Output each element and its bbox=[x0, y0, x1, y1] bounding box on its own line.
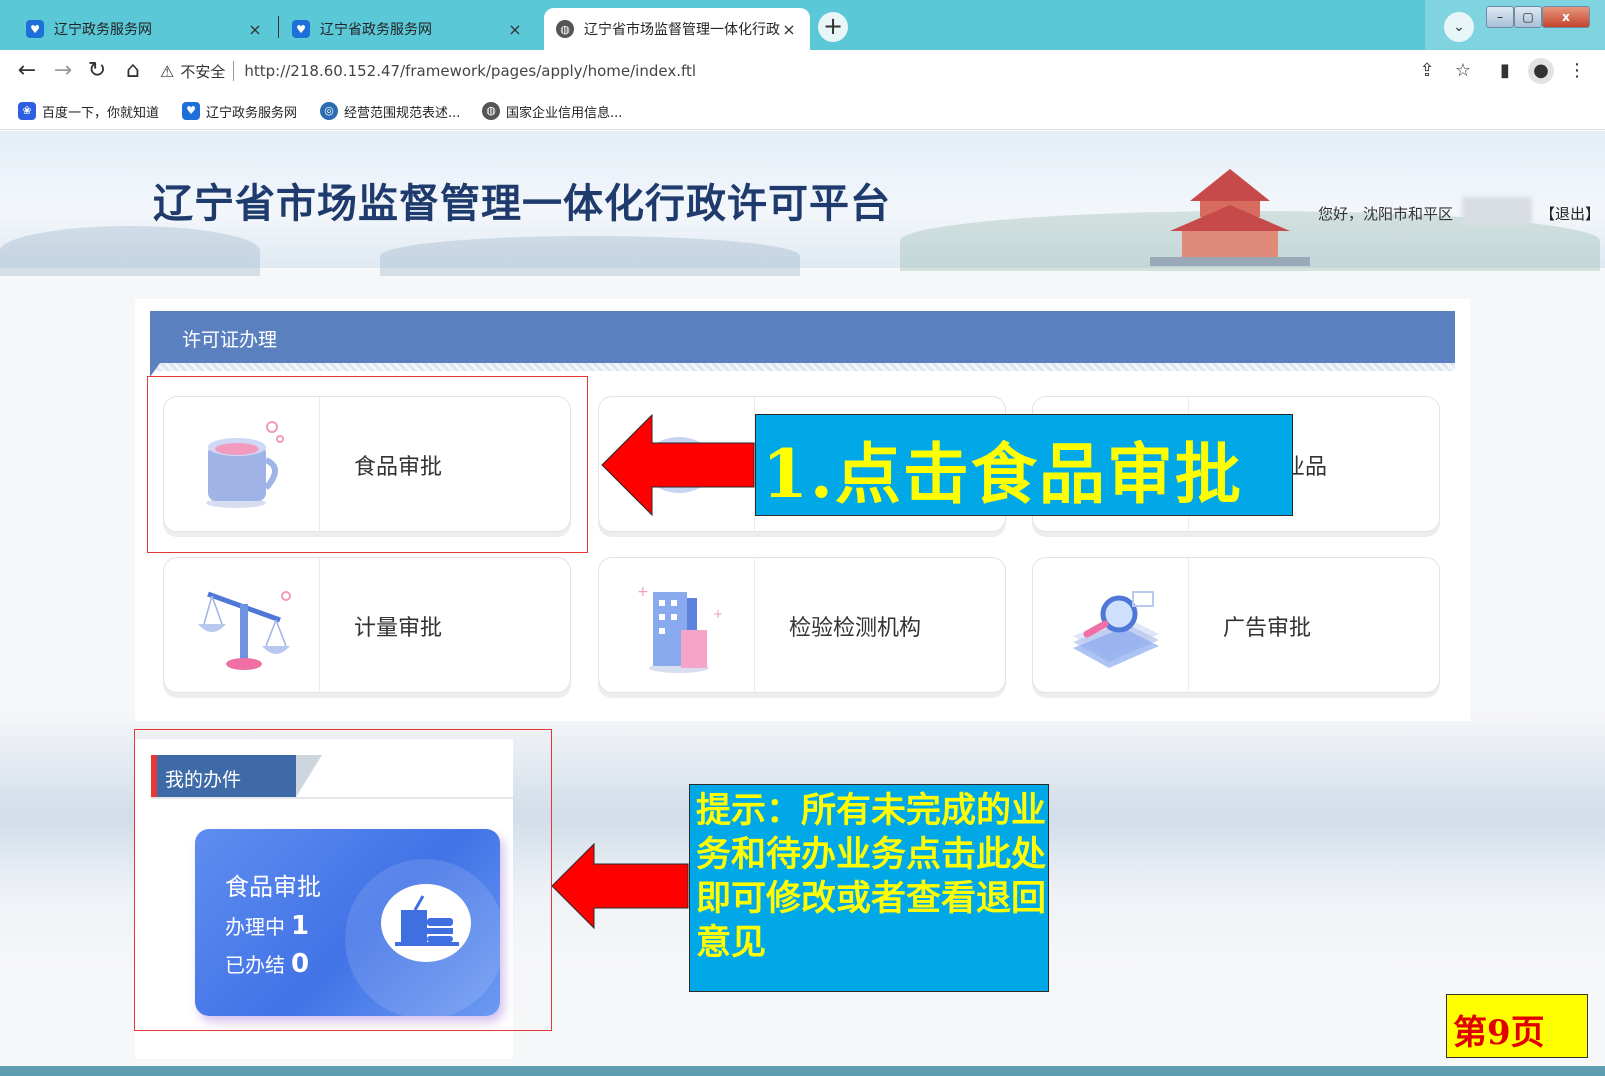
bookmark-label: 辽宁政务服务网 bbox=[206, 105, 298, 121]
close-icon[interactable]: × bbox=[780, 20, 798, 39]
header-decoration bbox=[0, 226, 260, 276]
red-arrow-icon bbox=[601, 413, 755, 517]
circle-logo-icon: ◎ bbox=[320, 102, 338, 120]
bookmark-label: 经营范围规范表述... bbox=[344, 105, 461, 121]
tab-liaoning-province-gov-service[interactable]: ♥ 辽宁省政务服务网 × bbox=[280, 8, 536, 50]
heart-shield-icon: ♥ bbox=[292, 20, 310, 38]
window-maximize-button[interactable]: ▢ bbox=[1514, 6, 1542, 28]
user-greeting: 您好，沈阳市和平区 bbox=[1318, 205, 1454, 223]
callout-step-1: 1.点击食品审批 bbox=[755, 414, 1293, 516]
card-divider bbox=[319, 558, 320, 694]
bookmark-label: 国家企业信用信息... bbox=[506, 105, 623, 121]
warning-triangle-icon: ⚠ bbox=[160, 61, 175, 81]
tab-separator bbox=[278, 16, 279, 38]
card-inspection-institution[interactable]: + + 检验检测机构 bbox=[598, 557, 1006, 694]
header-corner bbox=[150, 363, 160, 377]
card-metrology-approval[interactable]: 计量审批 bbox=[163, 557, 571, 694]
os-taskbar bbox=[0, 1066, 1605, 1076]
highlight-box-food-approval bbox=[147, 376, 588, 553]
page-number-badge: 第9页 bbox=[1446, 994, 1588, 1058]
close-icon[interactable]: × bbox=[506, 20, 524, 39]
tab-market-supervision-platform[interactable]: ◍ 辽宁省市场监督管理一体化行政许 × bbox=[544, 8, 810, 50]
bookmark-star-icon[interactable]: ☆ bbox=[1450, 58, 1476, 84]
share-icon[interactable]: ⇪ bbox=[1414, 58, 1440, 84]
page-number-text: 第9页 bbox=[1453, 1013, 1545, 1053]
card-divider bbox=[754, 558, 755, 694]
window-minimize-button[interactable]: – bbox=[1486, 6, 1514, 28]
back-arrow-icon[interactable]: ← bbox=[14, 58, 40, 84]
new-tab-button[interactable]: + bbox=[818, 12, 848, 42]
permit-panel-header: 许可证办理 bbox=[150, 311, 1455, 377]
bookmark-liaoning-gov[interactable]: ♥ 辽宁政务服务网 bbox=[182, 100, 297, 122]
callout-tip: 提示：所有未完成的业务和待办业务点击此处即可修改或者查看退回意见 bbox=[689, 784, 1049, 992]
callout-tip-text: 提示：所有未完成的业务和待办业务点击此处即可修改或者查看退回意见 bbox=[696, 790, 1047, 963]
security-status-label: 不安全 bbox=[180, 62, 226, 81]
red-arrow-icon bbox=[551, 842, 689, 930]
bookmark-enterprise-credit[interactable]: ◍ 国家企业信用信息... bbox=[482, 100, 622, 122]
svg-text:+: + bbox=[637, 584, 649, 600]
url-text[interactable]: http://218.60.152.47/framework/pages/app… bbox=[244, 62, 696, 80]
svg-text:+: + bbox=[713, 607, 723, 621]
card-label: 检验检测机构 bbox=[789, 616, 922, 641]
window-close-button[interactable]: x bbox=[1542, 6, 1590, 28]
bookmarks-bar: ❀ 百度一下，你就知道 ♥ 辽宁政务服务网 ◎ 经营范围规范表述... ◍ 国家… bbox=[0, 92, 1605, 130]
permit-panel-title: 许可证办理 bbox=[182, 329, 278, 351]
tab-search-dropdown-button[interactable]: ⌄ bbox=[1444, 12, 1474, 42]
baidu-paw-icon: ❀ bbox=[18, 102, 36, 120]
site-header: 辽宁省市场监督管理一体化行政许可平台 您好，沈阳市和平区 【退出】 bbox=[0, 131, 1605, 276]
tab-label: 辽宁省政务服务网 bbox=[320, 22, 432, 38]
more-menu-icon[interactable]: ⋮ bbox=[1564, 58, 1590, 84]
forward-arrow-icon[interactable]: → bbox=[50, 58, 76, 84]
callout-step-1-text: 1.点击食品审批 bbox=[762, 435, 1243, 513]
bookmark-label: 百度一下，你就知道 bbox=[42, 105, 160, 121]
tab-liaoning-gov-service[interactable]: ♥ 辽宁政务服务网 × bbox=[14, 8, 276, 50]
address-bar[interactable]: ⚠ 不安全 http://218.60.152.47/framework/pag… bbox=[160, 54, 1530, 88]
temple-illustration bbox=[1150, 169, 1310, 266]
globe-icon: ◍ bbox=[482, 102, 500, 120]
home-icon[interactable]: ⌂ bbox=[120, 58, 146, 84]
redacted-username bbox=[1462, 197, 1532, 225]
bookmark-baidu[interactable]: ❀ 百度一下，你就知道 bbox=[18, 100, 159, 122]
browser-toolbar: ← → ↻ ⌂ ⚠ 不安全 http://218.60.152.47/frame… bbox=[0, 50, 1605, 92]
highlight-box-my-work bbox=[134, 729, 552, 1031]
site-title: 辽宁省市场监督管理一体化行政许可平台 bbox=[153, 180, 891, 227]
card-divider bbox=[1188, 558, 1189, 694]
tab-label: 辽宁政务服务网 bbox=[54, 22, 152, 38]
building-icon: + + bbox=[637, 584, 723, 673]
address-divider bbox=[233, 61, 235, 81]
side-panel-icon[interactable]: ▮ bbox=[1492, 58, 1518, 84]
heart-shield-icon: ♥ bbox=[26, 20, 44, 38]
tab-label: 辽宁省市场监督管理一体化行政许 bbox=[584, 22, 780, 38]
reload-icon[interactable]: ↻ bbox=[84, 58, 110, 84]
profile-avatar-icon[interactable]: ● bbox=[1528, 58, 1554, 84]
header-decoration bbox=[380, 236, 800, 276]
card-label: 计量审批 bbox=[354, 616, 443, 641]
card-label: 广告审批 bbox=[1223, 616, 1312, 641]
magnifier-document-icon bbox=[1073, 591, 1159, 668]
logout-link[interactable]: 【退出】 bbox=[1540, 203, 1600, 224]
header-stripe bbox=[150, 363, 1455, 371]
bookmark-business-scope[interactable]: ◎ 经营范围规范表述... bbox=[320, 100, 460, 122]
close-icon[interactable]: × bbox=[246, 20, 264, 39]
card-advertising-approval[interactable]: 广告审批 bbox=[1032, 557, 1440, 694]
browser-tab-bar: ♥ 辽宁政务服务网 × ♥ 辽宁省政务服务网 × ◍ 辽宁省市场监督管理一体化行… bbox=[0, 0, 1605, 50]
heart-shield-icon: ♥ bbox=[182, 102, 200, 120]
globe-icon: ◍ bbox=[556, 20, 574, 38]
balance-scale-icon bbox=[198, 591, 291, 670]
